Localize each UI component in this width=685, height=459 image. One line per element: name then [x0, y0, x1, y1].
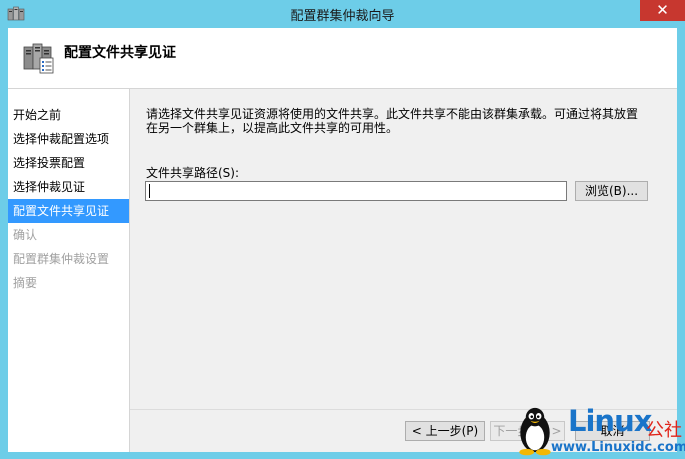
title-bar[interactable]: 配置群集仲裁向导 ✕ [0, 0, 685, 28]
nav-step-configure-quorum: 配置群集仲裁设置 [13, 252, 110, 266]
description-line-2: 在另一个群集上，以提高此文件共享的可用性。 [146, 121, 399, 135]
wizard-header: 配置文件共享见证 [8, 28, 677, 88]
watermark-url: www.Linuxidc.com [551, 440, 685, 455]
file-share-path-input[interactable] [145, 181, 567, 201]
browse-button[interactable]: 浏览(B)... [575, 181, 648, 201]
content-panel: 请选择文件共享见证资源将使用的文件共享。此文件共享不能由该群集承载。可通过将其放… [130, 89, 677, 409]
description-line-1: 请选择文件共享见证资源将使用的文件共享。此文件共享不能由该群集承载。可通过将其放… [146, 107, 639, 121]
nav-step-voting-config[interactable]: 选择投票配置 [8, 151, 129, 175]
back-button[interactable]: < 上一步(P) [405, 421, 485, 441]
file-share-path-label: 文件共享路径(S): [146, 166, 240, 180]
nav-step-select-witness[interactable]: 选择仲裁见证 [8, 175, 129, 199]
linuxidc-watermark: Linux 公社 www.Linuxidc.com [508, 402, 685, 459]
nav-step-confirmation: 确认 [13, 228, 38, 242]
close-icon: ✕ [656, 1, 669, 19]
close-button[interactable]: ✕ [640, 0, 685, 21]
watermark-cn-text: 公社 [646, 420, 682, 441]
wizard-steps-nav: 开始之前 选择仲裁配置选项 选择投票配置 选择仲裁见证 配置文件共享见证 确认 … [8, 89, 130, 452]
watermark-logo-text: Linux [568, 404, 652, 438]
text-caret [149, 184, 150, 198]
nav-step-summary: 摘要 [13, 276, 38, 290]
nav-step-file-share-witness[interactable]: 配置文件共享见证 [8, 199, 129, 223]
wizard-body: 开始之前 选择仲裁配置选项 选择投票配置 选择仲裁见证 配置文件共享见证 确认 … [8, 88, 677, 452]
nav-step-before-you-begin[interactable]: 开始之前 [8, 103, 129, 127]
page-title: 配置文件共享见证 [64, 45, 176, 61]
window-title: 配置群集仲裁向导 [290, 9, 395, 24]
description-text: 请选择文件共享见证资源将使用的文件共享。此文件共享不能由该群集承载。可通过将其放… [146, 107, 646, 135]
nav-step-quorum-options[interactable]: 选择仲裁配置选项 [8, 127, 129, 151]
cluster-servers-icon [23, 43, 54, 74]
wizard-window: 配置群集仲裁向导 ✕ 配置文件共享见证 开始之前 选择仲裁配置选项 选择投票配置… [0, 0, 685, 459]
